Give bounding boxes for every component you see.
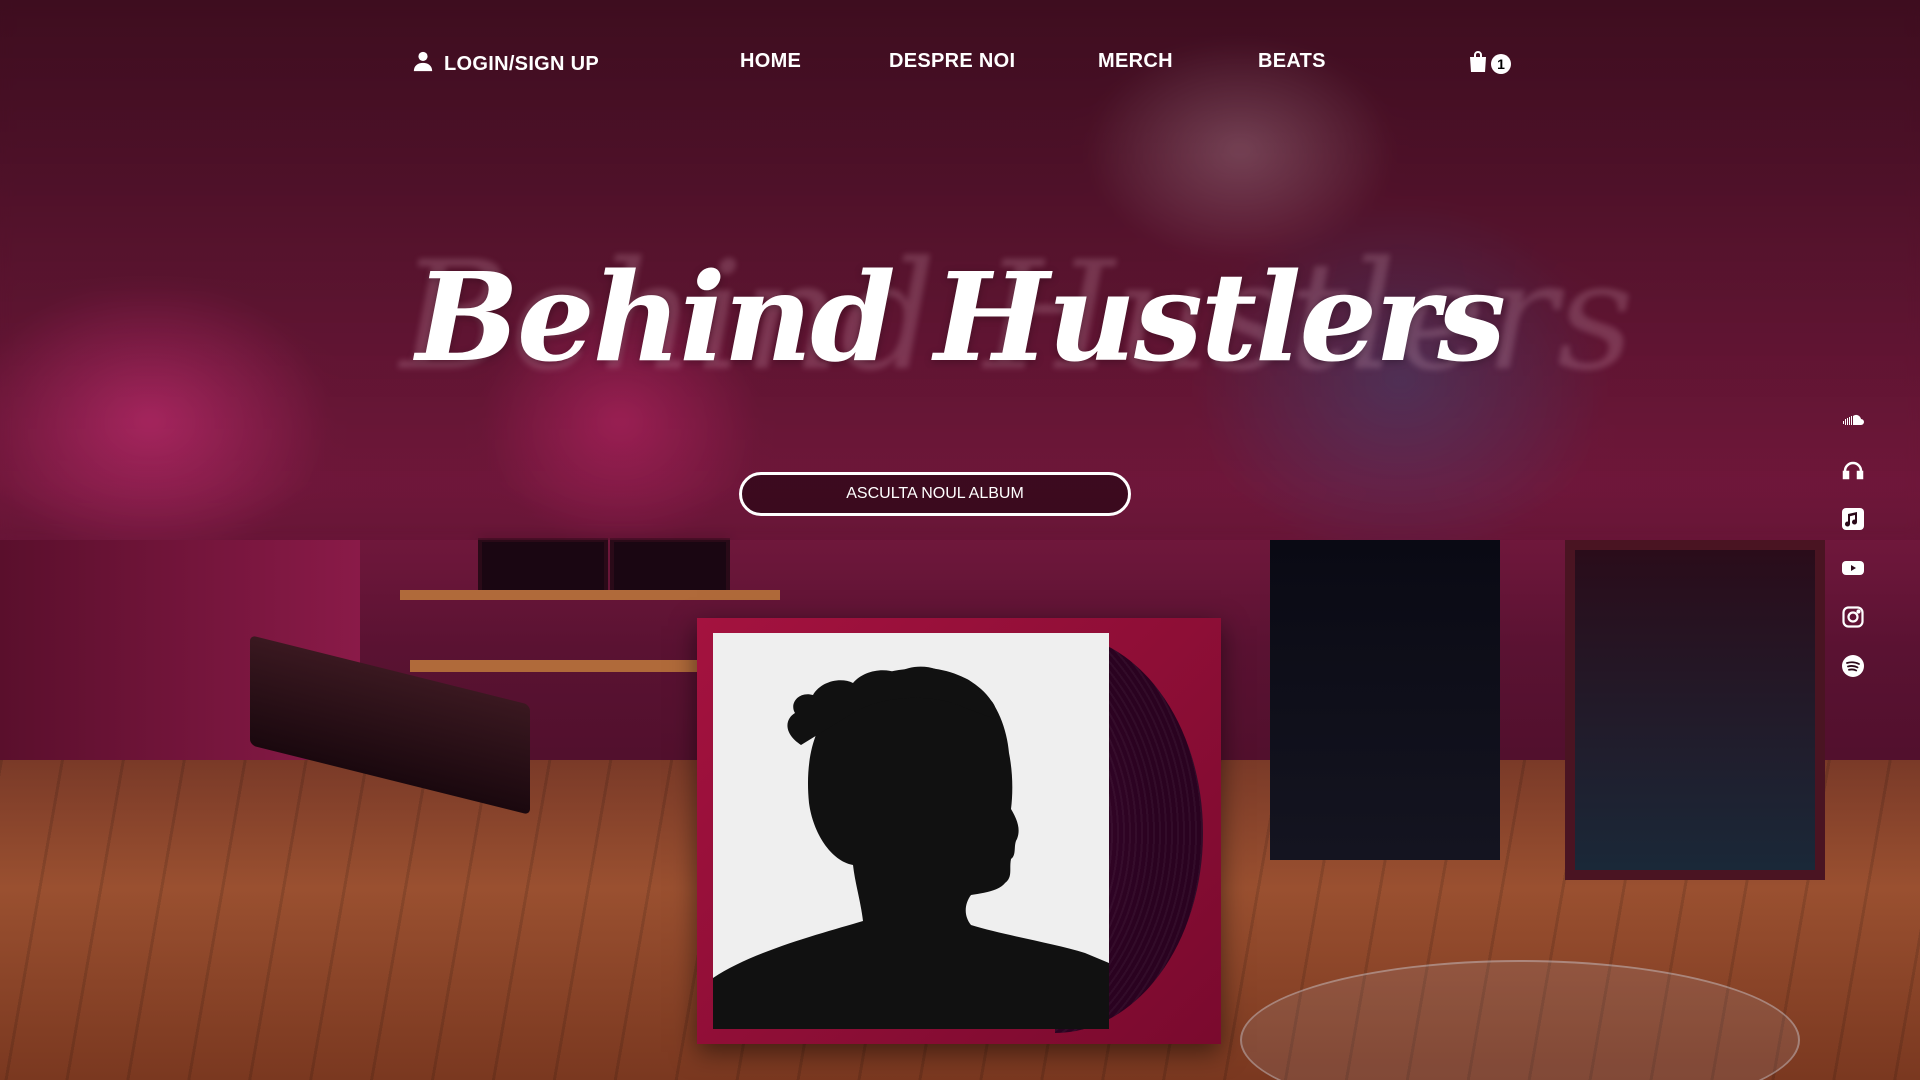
nav-item-beats[interactable]: BEATS [1258,50,1326,73]
cart-button[interactable]: 1 [1468,50,1511,77]
apple-music-icon[interactable] [1840,506,1866,532]
shopping-bag-icon [1468,50,1488,77]
nav-item-despre-noi[interactable]: DESPRE NOI [889,50,1015,73]
spotify-icon[interactable] [1840,653,1866,679]
cart-count-badge: 1 [1491,53,1511,74]
youtube-icon[interactable] [1840,555,1866,581]
hero-title: Behind Hustlers [415,245,1506,389]
nav-item-home[interactable]: HOME [740,50,801,73]
background-window [1565,540,1825,880]
main-nav: LOGIN/SIGN UP HOME DESPRE NOI MERCH BEAT… [0,0,1920,124]
background-desk [410,660,710,672]
nav-item-merch[interactable]: MERCH [1098,50,1173,73]
background-desk [400,590,780,600]
album-cover[interactable] [713,633,1109,1029]
social-sidebar [1840,408,1866,702]
soundcloud-icon[interactable] [1840,408,1866,434]
silhouette-image [713,633,1109,1029]
instagram-icon[interactable] [1840,604,1866,630]
background-door [1270,540,1500,860]
login-label: LOGIN/SIGN UP [444,52,600,75]
login-signup-link[interactable]: LOGIN/SIGN UP [412,50,599,78]
listen-album-button[interactable]: ASCULTA NOUL ALBUM [739,472,1131,516]
headphones-icon[interactable] [1840,457,1866,483]
user-icon [412,50,434,78]
